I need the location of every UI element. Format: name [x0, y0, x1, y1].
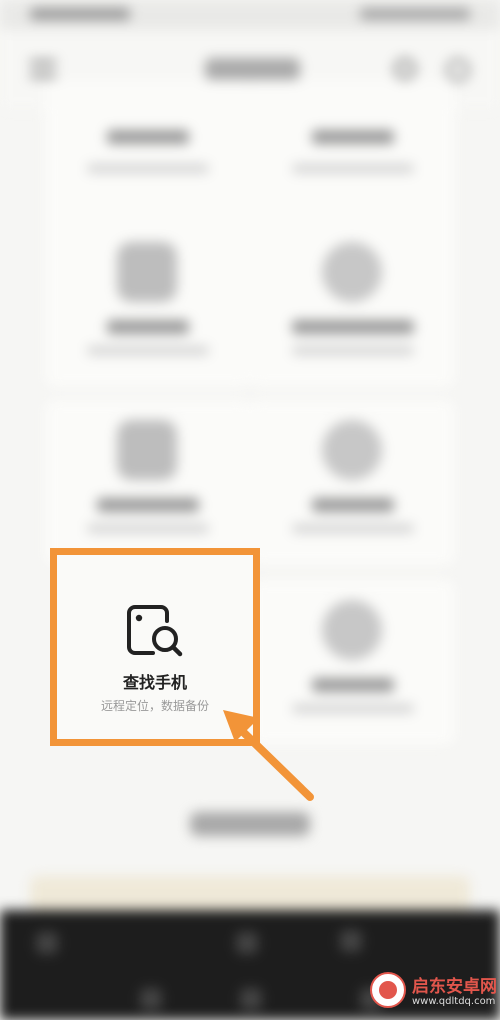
- service-tile-5[interactable]: [45, 400, 250, 565]
- tile-subtitle: [292, 164, 414, 173]
- tile-title: [97, 498, 199, 512]
- promo-banner[interactable]: [30, 876, 470, 912]
- watermark-logo-icon: [370, 972, 406, 1008]
- tile-title: [107, 130, 189, 144]
- tile-title: [292, 320, 414, 334]
- status-bar: [0, 0, 500, 30]
- check-icon: [322, 420, 382, 480]
- tile-title: [107, 320, 189, 334]
- watermark-logo-inner: [379, 981, 397, 999]
- pointer-arrow-icon: [223, 710, 314, 801]
- find-phone-icon: [127, 605, 183, 657]
- heart-icon: [322, 600, 382, 660]
- more-icon[interactable]: [446, 58, 470, 82]
- tile-subtitle: [292, 346, 414, 355]
- phone-clean-icon: [117, 420, 177, 480]
- nav-shop-icon[interactable]: [340, 930, 362, 952]
- nav-home-key-icon[interactable]: [240, 988, 262, 1010]
- service-tile-4[interactable]: [250, 222, 455, 387]
- service-tile-1[interactable]: [45, 80, 250, 245]
- service-tile-6[interactable]: [250, 400, 455, 565]
- status-left: [30, 8, 130, 20]
- nav-home-icon[interactable]: [36, 932, 58, 954]
- tile-title: [312, 678, 394, 692]
- tile-subtitle: [87, 524, 209, 533]
- watermark: 启东安卓网 www.qdltdq.com: [360, 960, 500, 1020]
- page-title: [205, 58, 300, 80]
- service-tile-2[interactable]: [250, 80, 455, 245]
- search-icon[interactable]: [394, 58, 416, 80]
- find-phone-title: 查找手机: [122, 673, 187, 692]
- service-tile-3[interactable]: [45, 222, 250, 387]
- watermark-url: www.qdltdq.com: [412, 996, 496, 1007]
- menu-icon[interactable]: [30, 60, 56, 78]
- nav-back-icon[interactable]: [140, 988, 162, 1010]
- tile-title: [312, 498, 394, 512]
- clock-icon: [322, 242, 382, 302]
- tile-subtitle: [292, 524, 414, 533]
- more-services-link[interactable]: [190, 812, 310, 836]
- edit-icon: [117, 242, 177, 302]
- watermark-name: 启东安卓网: [412, 977, 497, 997]
- nav-service-icon[interactable]: [236, 932, 258, 954]
- tile-subtitle: [87, 346, 209, 355]
- tile-subtitle: [87, 164, 209, 173]
- status-right: [360, 8, 470, 20]
- tile-title: [312, 130, 394, 144]
